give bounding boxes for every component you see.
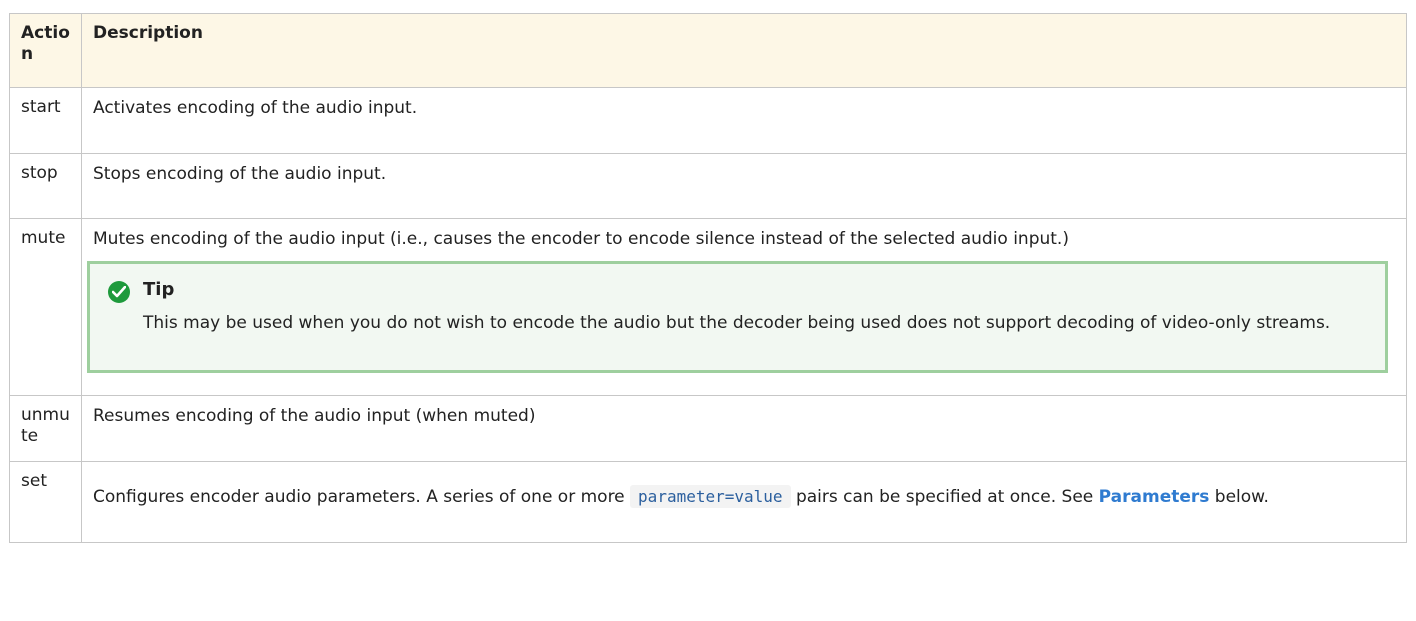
action-cell: start	[9, 87, 82, 154]
table-row: stop Stops encoding of the audio input.	[9, 153, 1407, 219]
action-cell: unmute	[9, 395, 82, 462]
description-cell: Mutes encoding of the audio input (i.e.,…	[81, 218, 1407, 396]
tip-title: Tip	[143, 279, 175, 300]
header-action-label: Action	[21, 23, 70, 64]
action-name: set	[21, 471, 47, 491]
description-cell: Activates encoding of the audio input.	[81, 87, 1407, 154]
tip-body: This may be used when you do not wish to…	[143, 313, 1331, 333]
actions-table: Action Description start Activates encod…	[9, 13, 1407, 543]
tip-callout: Tip This may be used when you do not wis…	[87, 261, 1388, 373]
action-name: unmute	[21, 405, 70, 446]
action-description: Stops encoding of the audio input.	[93, 164, 387, 184]
table-header-row: Action Description	[9, 13, 1407, 88]
action-cell: set	[9, 461, 82, 543]
header-description-cell: Description	[81, 13, 1407, 88]
description-cell: Stops encoding of the audio input.	[81, 153, 1407, 219]
action-description: Configures encoder audio parameters. A s…	[93, 485, 1269, 508]
table-row: start Activates encoding of the audio in…	[9, 87, 1407, 154]
action-cell: stop	[9, 153, 82, 219]
action-description: Resumes encoding of the audio input (whe…	[93, 406, 536, 426]
action-name: stop	[21, 163, 58, 183]
description-cell: Configures encoder audio parameters. A s…	[81, 461, 1407, 543]
parameters-link[interactable]: Parameters	[1099, 487, 1210, 507]
table-row: unmute Resumes encoding of the audio inp…	[9, 395, 1407, 462]
action-name: mute	[21, 228, 66, 248]
action-cell: mute	[9, 218, 82, 396]
table-row: set Configures encoder audio parameters.…	[9, 461, 1407, 543]
action-description: Mutes encoding of the audio input (i.e.,…	[93, 229, 1069, 249]
description-cell: Resumes encoding of the audio input (whe…	[81, 395, 1407, 462]
header-description-label: Description	[93, 23, 203, 43]
action-name: start	[21, 97, 61, 117]
header-action-cell: Action	[9, 13, 82, 88]
table-row: mute Mutes encoding of the audio input (…	[9, 218, 1407, 396]
parameter-code: parameter=value	[630, 485, 791, 508]
check-circle-icon	[108, 281, 130, 303]
action-description: Activates encoding of the audio input.	[93, 98, 418, 118]
